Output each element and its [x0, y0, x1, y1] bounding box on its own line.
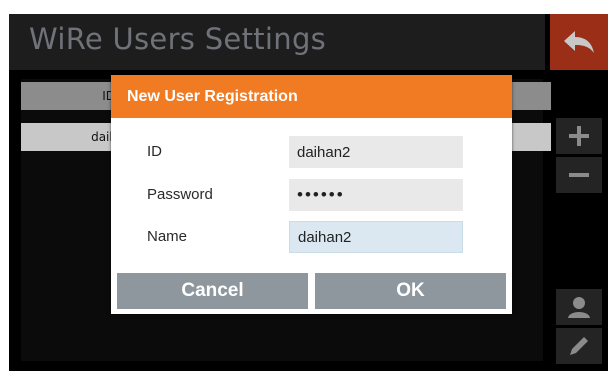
name-input[interactable] [289, 221, 463, 253]
plus-icon [569, 126, 589, 146]
id-input[interactable] [289, 136, 463, 168]
name-label: Name [147, 228, 188, 245]
form-row-id: ID [111, 136, 512, 168]
form-row-name: Name [111, 221, 512, 253]
form-row-password: Password [111, 179, 512, 211]
column-header-id[interactable]: ID [21, 82, 121, 110]
title-bar: WiRe Users Settings [9, 14, 545, 70]
ok-button[interactable]: OK [315, 273, 506, 309]
table-row-id-cell[interactable]: daih [21, 123, 121, 151]
back-button[interactable] [550, 14, 608, 70]
password-input[interactable] [289, 179, 463, 211]
page-title: WiRe Users Settings [29, 22, 327, 56]
cancel-button[interactable]: Cancel [117, 273, 308, 309]
back-arrow-icon [564, 31, 594, 53]
user-icon [568, 297, 590, 318]
dialog-title: New User Registration [111, 75, 512, 118]
add-user-button[interactable] [556, 118, 602, 154]
user-button[interactable] [556, 289, 602, 325]
remove-user-button[interactable] [556, 157, 602, 193]
id-label: ID [147, 143, 162, 160]
new-user-dialog: New User Registration ID Password Name C… [111, 75, 512, 314]
pencil-icon [570, 337, 588, 355]
edit-user-button[interactable] [556, 328, 602, 364]
password-label: Password [147, 186, 213, 203]
minus-icon [569, 173, 589, 177]
